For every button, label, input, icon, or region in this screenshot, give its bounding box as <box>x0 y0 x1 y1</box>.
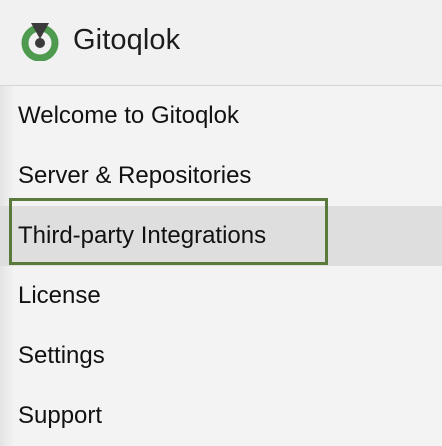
sidebar-item-settings[interactable]: Settings <box>0 326 442 386</box>
sidebar-item-label: Welcome to Gitoqlok <box>18 102 239 129</box>
sidebar-nav: Welcome to Gitoqlok Server & Repositorie… <box>0 86 442 446</box>
app-title: Gitoqlok <box>73 24 181 56</box>
sidebar-item-server-repositories[interactable]: Server & Repositories <box>0 146 442 206</box>
sidebar-item-welcome[interactable]: Welcome to Gitoqlok <box>0 86 442 146</box>
sidebar-item-label: Support <box>18 402 103 429</box>
sidebar-item-third-party-integrations[interactable]: Third-party Integrations <box>0 206 442 266</box>
sidebar-item-label: Server & Repositories <box>18 162 252 189</box>
sidebar-item-label: Third-party Integrations <box>18 222 267 249</box>
sidebar-item-support[interactable]: Support <box>0 386 442 446</box>
app-header: Gitoqlok <box>0 0 442 86</box>
app-window: Gitoqlok Welcome to Gitoqlok Server & Re… <box>0 0 442 446</box>
gitoqlok-logo-icon <box>21 23 59 61</box>
sidebar-item-license[interactable]: License <box>0 266 442 326</box>
sidebar-item-label: License <box>18 282 101 309</box>
sidebar-item-label: Settings <box>18 342 105 369</box>
